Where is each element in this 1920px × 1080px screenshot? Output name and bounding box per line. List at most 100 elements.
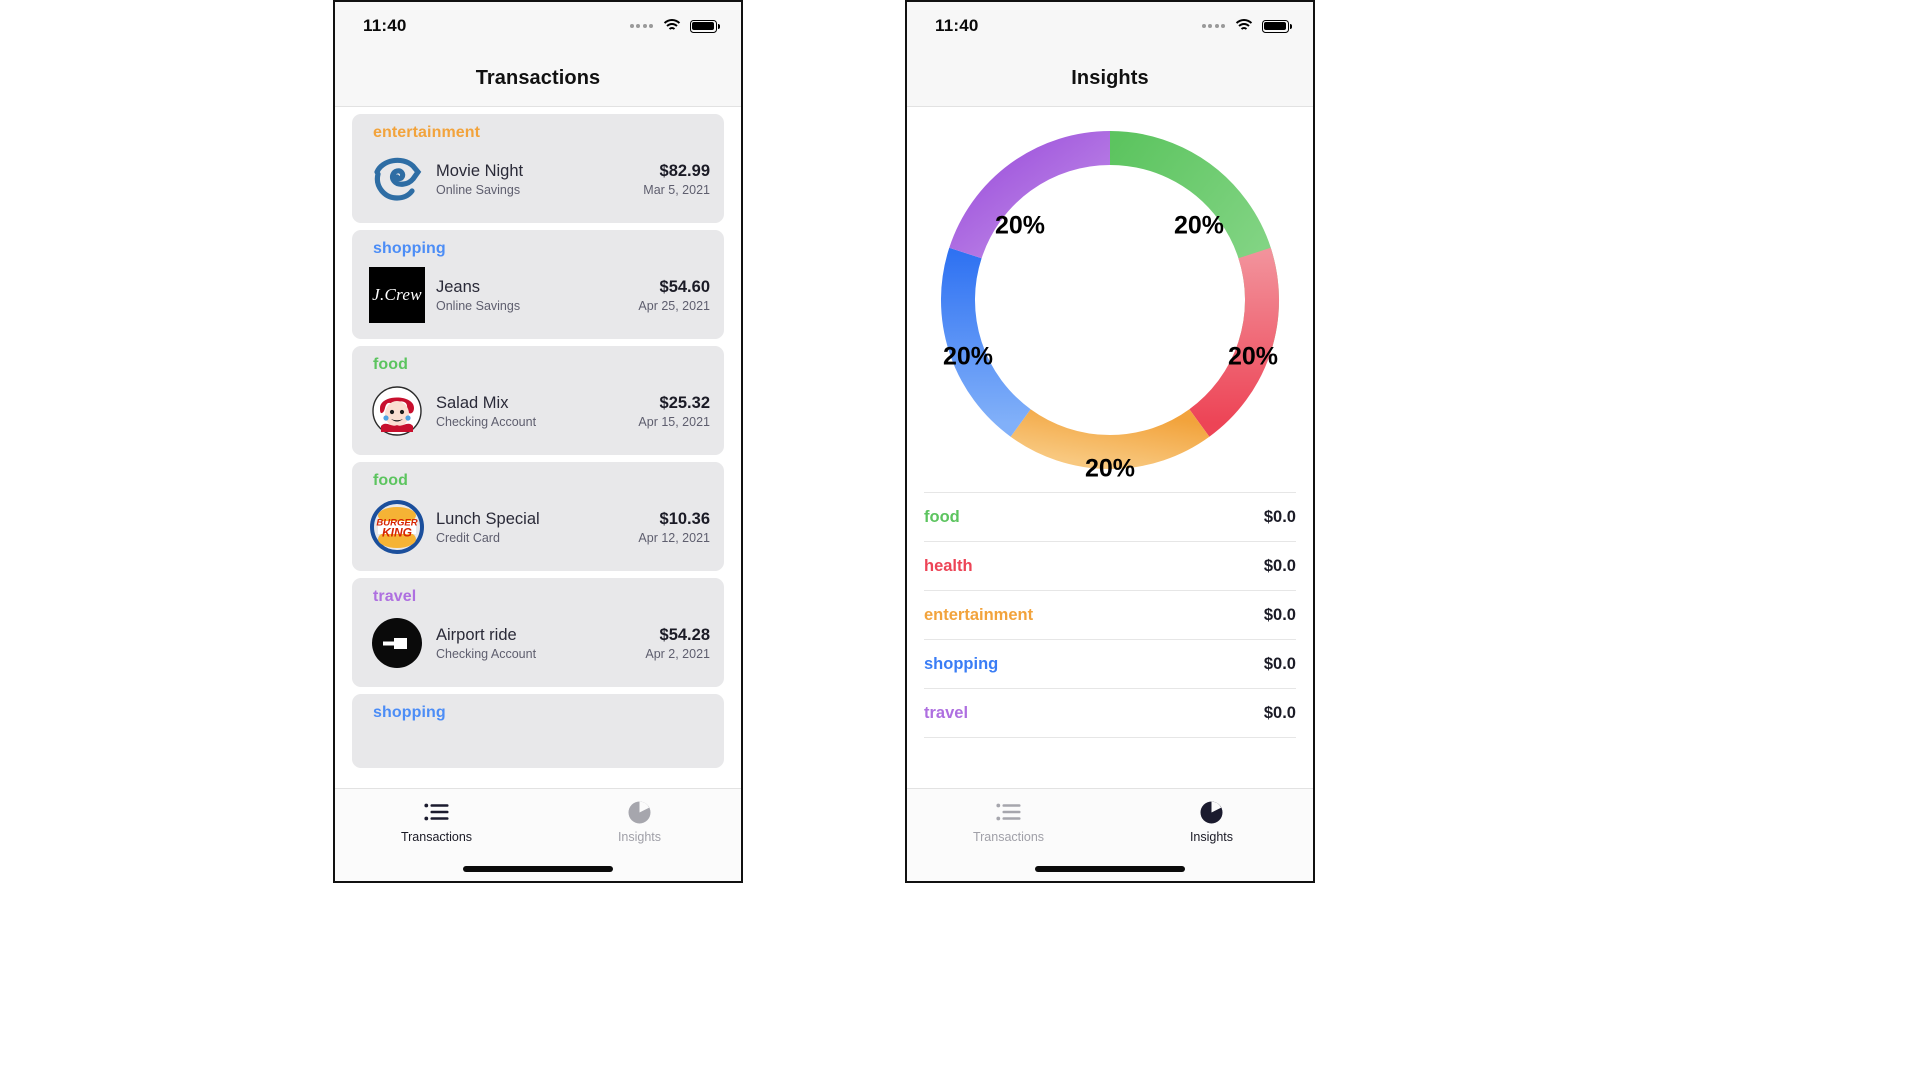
page-title: Transactions [475, 66, 601, 89]
transaction-date: Apr 25, 2021 [638, 299, 710, 314]
signal-dots-icon [1201, 24, 1225, 28]
transaction-amount: $54.60 [659, 277, 710, 296]
legend-row-shopping[interactable]: shopping $0.0 [924, 640, 1296, 689]
donut-label-travel: 20% [995, 211, 1045, 239]
pie-chart-icon [627, 799, 652, 825]
list-icon [424, 799, 449, 825]
tab-insights[interactable]: Insights [538, 789, 741, 844]
battery-icon [690, 19, 720, 33]
tab-label-insights: Insights [617, 830, 662, 844]
nav-bar-right: Insights [907, 50, 1313, 107]
svg-text:KING: KING [382, 526, 412, 540]
transaction-amount: $54.28 [659, 625, 710, 644]
tab-label-transactions: Transactions [400, 830, 473, 844]
transaction-date: Mar 5, 2021 [643, 183, 710, 198]
donut-label-food: 20% [1174, 211, 1224, 239]
status-time: 11:40 [363, 16, 407, 35]
jcrew-logo-text: J.Crew [372, 285, 422, 304]
category-legend: food $0.0 health $0.0 entertainment $0.0… [907, 492, 1313, 738]
transaction-card[interactable]: shopping J.Crew Jeans Online Savings $54… [352, 230, 724, 339]
transaction-amount: $82.99 [659, 161, 710, 180]
transaction-details: Airport ride Checking Account [428, 625, 639, 662]
transaction-row: BURGER KING Lunch Special Credit Card $1… [366, 496, 710, 558]
transaction-amount: $25.32 [659, 393, 710, 412]
transaction-row: Airport ride Checking Account $54.28 Apr… [366, 612, 710, 674]
transaction-name: Jeans [436, 277, 481, 296]
transaction-account: Checking Account [436, 415, 537, 430]
legend-amount: $0.0 [1263, 703, 1296, 722]
battery-icon [1262, 19, 1292, 33]
transaction-details: Movie Night Online Savings [428, 161, 637, 198]
status-bar-right: 11:40 [907, 2, 1313, 50]
legend-amount: $0.0 [1263, 507, 1296, 526]
legend-row-entertainment[interactable]: entertainment $0.0 [924, 591, 1296, 640]
donut-label-health: 20% [1228, 342, 1278, 370]
transaction-details: Lunch Special Credit Card [428, 509, 632, 546]
transaction-card[interactable]: food BURGER KING Lunch Special Credit Ca… [352, 462, 724, 571]
tab-transactions[interactable]: Transactions [335, 789, 538, 844]
transaction-amount-block: $25.32 Apr 15, 2021 [632, 393, 710, 430]
transaction-amount-block: $54.28 Apr 2, 2021 [639, 625, 710, 662]
transaction-card-partial[interactable]: shopping [352, 694, 724, 768]
transaction-account: Online Savings [436, 183, 521, 198]
transaction-date: Apr 2, 2021 [645, 647, 710, 662]
transaction-category: travel [373, 588, 417, 605]
donut-label-shopping: 20% [943, 342, 993, 370]
page-title: Insights [1071, 66, 1149, 89]
legend-row-food[interactable]: food $0.0 [924, 492, 1296, 542]
transactions-list[interactable]: entertainment Movie Night Online Savings… [335, 107, 741, 788]
status-indicators [1201, 19, 1292, 33]
legend-amount: $0.0 [1263, 556, 1296, 575]
transaction-date: Apr 12, 2021 [638, 531, 710, 546]
tab-transactions[interactable]: Transactions [907, 789, 1110, 844]
pie-chart-icon [1199, 799, 1224, 825]
legend-amount: $0.0 [1263, 654, 1296, 673]
transaction-row: J.Crew Jeans Online Savings $54.60 Apr 2… [366, 264, 710, 326]
spending-donut-chart: 20% 20% 20% 20% 20% [907, 107, 1313, 492]
legend-row-travel[interactable]: travel $0.0 [924, 689, 1296, 738]
legend-category: health [924, 556, 973, 575]
transaction-amount-block: $10.36 Apr 12, 2021 [632, 509, 710, 546]
transaction-name: Movie Night [436, 161, 524, 180]
insights-content: 20% 20% 20% 20% 20% food $0.0 health $0.… [907, 107, 1313, 788]
tab-bar-left: Transactions Insights [335, 788, 741, 881]
phone-transactions: 11:40 Transactions entertainment Movie N… [333, 0, 743, 883]
legend-category: entertainment [924, 605, 1034, 624]
transaction-amount-block: $54.60 Apr 25, 2021 [632, 277, 710, 314]
tab-insights[interactable]: Insights [1110, 789, 1313, 844]
legend-amount: $0.0 [1263, 605, 1296, 624]
phone-insights: 11:40 Insights 20% 20% 20% 20% 20% food … [905, 0, 1315, 883]
transaction-amount-block: $82.99 Mar 5, 2021 [637, 161, 710, 198]
transaction-card[interactable]: travel Airport ride Checking Account $54… [352, 578, 724, 687]
status-bar-left: 11:40 [335, 2, 741, 50]
legend-category: travel [924, 703, 969, 722]
transaction-account: Checking Account [436, 647, 537, 662]
transaction-details: Salad Mix Checking Account [428, 393, 632, 430]
transaction-card[interactable]: entertainment Movie Night Online Savings… [352, 114, 724, 223]
transaction-row: Salad Mix Checking Account $25.32 Apr 15… [366, 380, 710, 442]
transaction-category: food [373, 356, 409, 373]
transaction-account: Credit Card [436, 531, 500, 546]
legend-category: shopping [924, 654, 999, 673]
transaction-card[interactable]: food Salad Mix Checking Account $25.32 A… [352, 346, 724, 455]
nav-bar-left: Transactions [335, 50, 741, 107]
transaction-category: entertainment [373, 124, 481, 141]
transaction-details: Jeans Online Savings [428, 277, 632, 314]
transaction-category: shopping [373, 704, 446, 721]
legend-row-health[interactable]: health $0.0 [924, 542, 1296, 591]
legend-category: food [924, 507, 960, 526]
transaction-date: Apr 15, 2021 [638, 415, 710, 430]
status-indicators [629, 19, 720, 33]
wendys-logo [366, 380, 428, 442]
wifi-icon [1232, 19, 1255, 33]
transaction-name: Airport ride [436, 625, 517, 644]
transaction-amount: $10.36 [659, 509, 710, 528]
status-time: 11:40 [935, 16, 979, 35]
jcrew-logo: J.Crew [366, 264, 428, 326]
transaction-account: Online Savings [436, 299, 521, 314]
wifi-icon [660, 19, 683, 33]
transaction-row: Movie Night Online Savings $82.99 Mar 5,… [366, 148, 710, 210]
screenshot-stage: 11:40 Transactions entertainment Movie N… [0, 0, 1920, 1080]
uber-logo [366, 612, 428, 674]
home-indicator [463, 866, 613, 872]
